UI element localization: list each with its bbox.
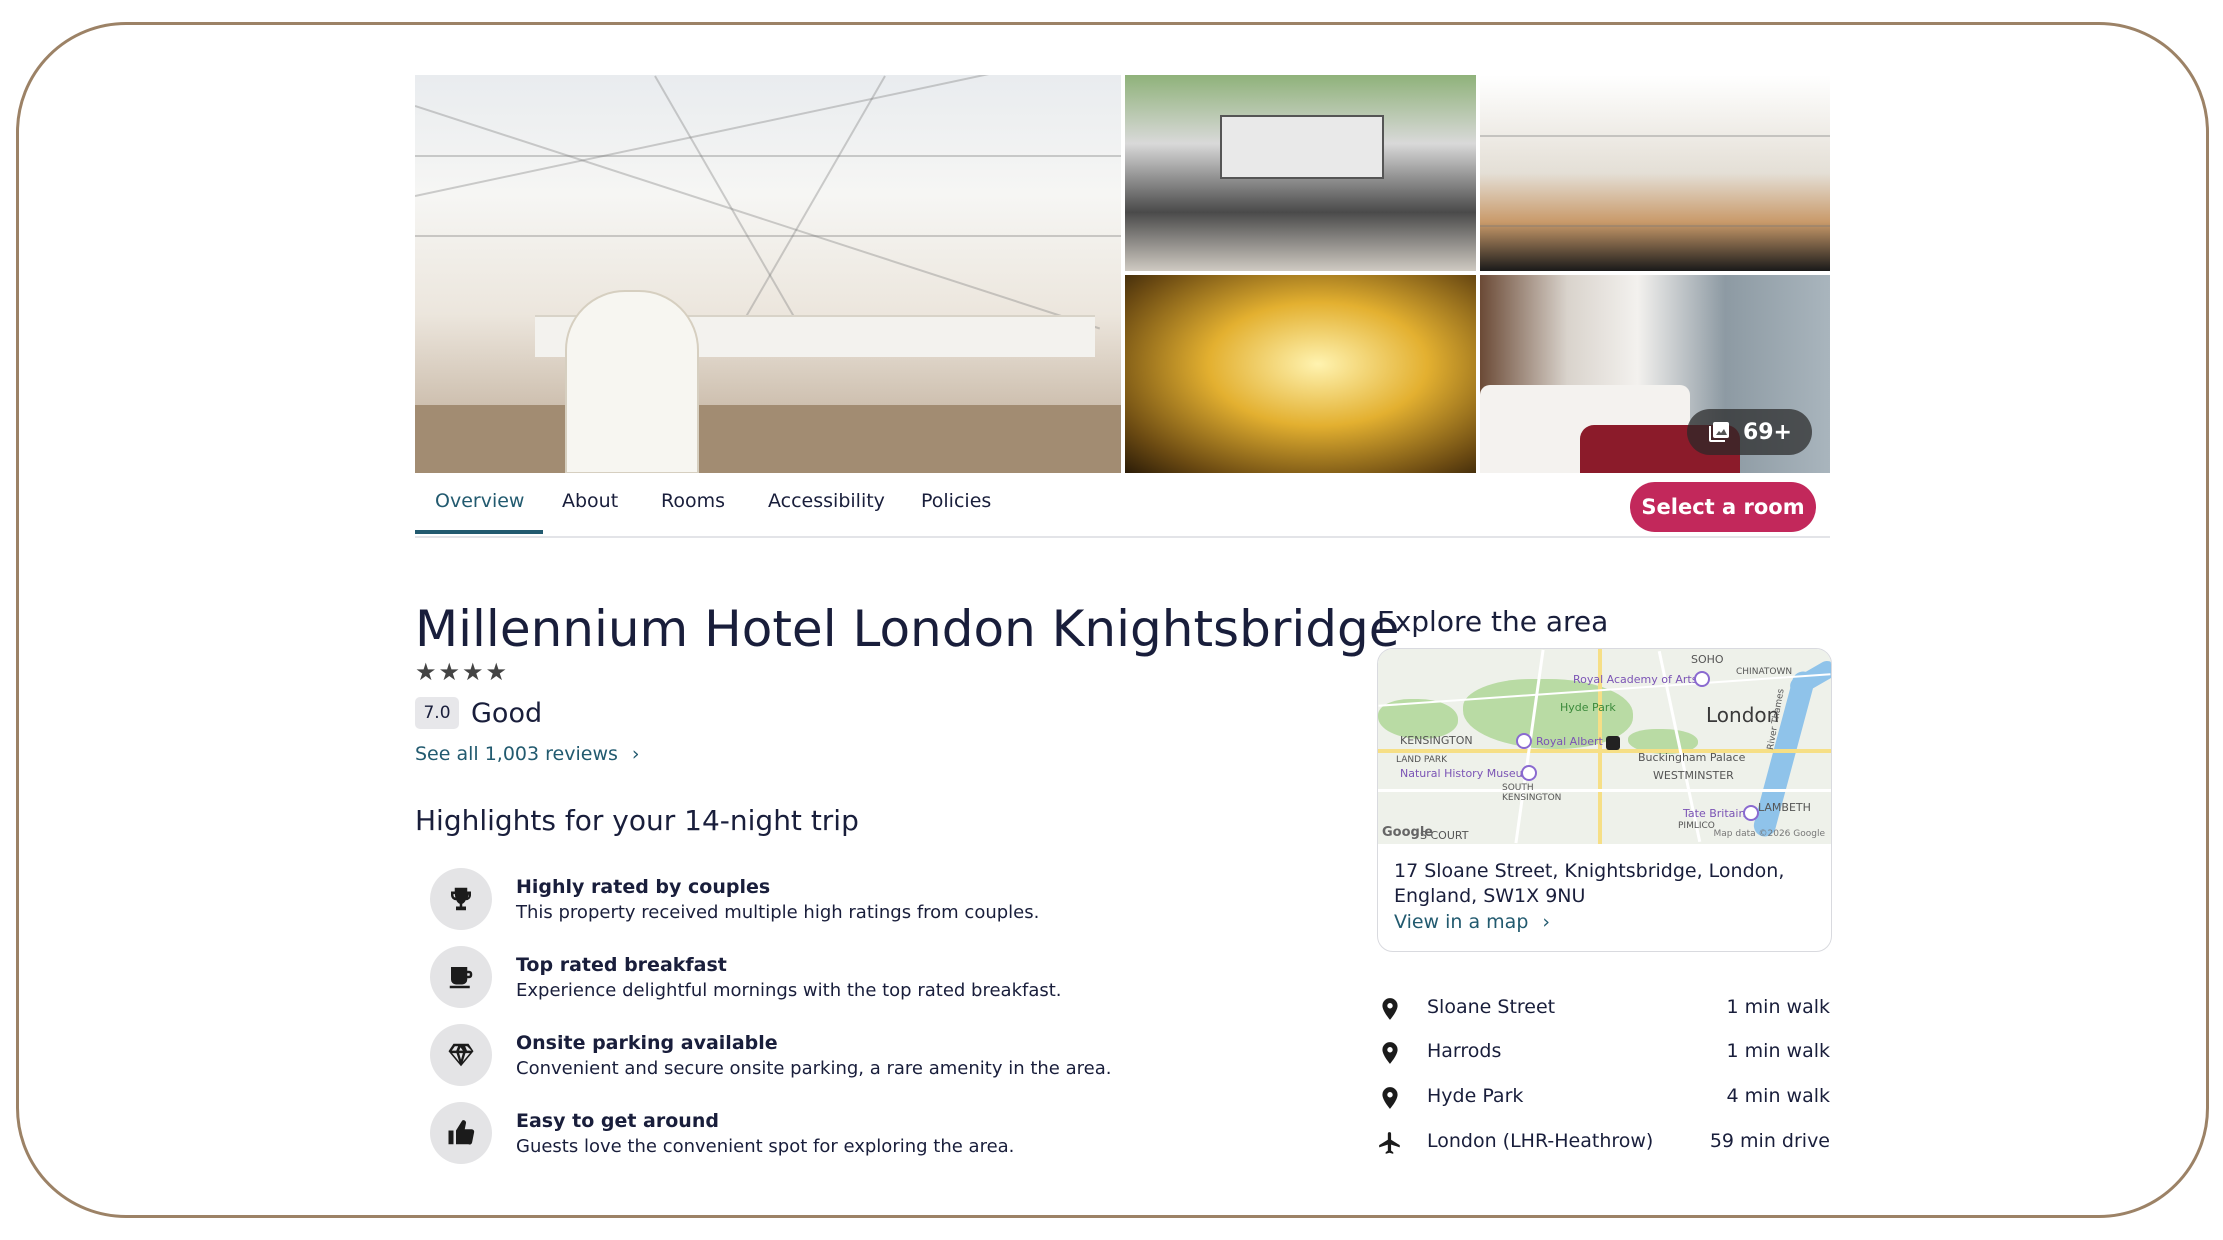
map-label-pimlico: PIMLICO: [1678, 821, 1715, 831]
map-pin-icon: [1382, 1087, 1398, 1109]
photo-gallery[interactable]: 69+: [415, 75, 1830, 473]
nearby-place-row: London (LHR-Heathrow) 59 min drive: [1377, 1128, 1830, 1158]
area-map[interactable]: SOHO CHINATOWN Royal Academy of Arts Hyd…: [1378, 649, 1831, 844]
highlight-description: Convenient and secure onsite parking, a …: [516, 1058, 1112, 1079]
hotel-address: 17 Sloane Street, Knightsbridge, London,…: [1394, 860, 1785, 907]
map-label-land-park: LAND PARK: [1396, 755, 1448, 765]
highlight-description: This property received multiple high rat…: [516, 902, 1040, 923]
map-label-natural-history: Natural History Museum: [1400, 767, 1534, 780]
gallery-photo-atrium[interactable]: [415, 75, 1121, 473]
map-label-buckingham: Buckingham Palace: [1638, 751, 1746, 764]
highlight-title: Top rated breakfast: [516, 954, 727, 976]
nearby-place-name: London (LHR-Heathrow): [1427, 1130, 1654, 1152]
highlight-item: Top rated breakfast Experience delightfu…: [430, 946, 1130, 1010]
nearby-place-distance: 1 min walk: [1726, 1040, 1830, 1062]
nearby-place-name: Hyde Park: [1427, 1085, 1524, 1107]
highlight-title: Easy to get around: [516, 1110, 719, 1132]
photo-count-badge[interactable]: 69+: [1686, 409, 1812, 455]
nearby-place-row: Hyde Park 4 min walk: [1377, 1083, 1830, 1113]
map-pin-icon: [1382, 1042, 1398, 1064]
nearby-place-distance: 1 min walk: [1726, 996, 1830, 1018]
see-all-reviews-link[interactable]: See all 1,003 reviews ›: [415, 743, 640, 765]
map-label-royal-albert: Royal Albert: [1536, 735, 1603, 748]
star-rating: ★★★★: [415, 658, 510, 686]
airplane-icon: [1379, 1132, 1400, 1154]
photo-library-icon: [1708, 422, 1729, 442]
google-logo: Google: [1382, 825, 1434, 840]
map-label-south-kensington: SOUTH KENSINGTON: [1502, 783, 1562, 803]
tab-about[interactable]: About: [562, 490, 618, 512]
highlight-description: Guests love the convenient spot for expl…: [516, 1136, 1015, 1157]
nearby-place-name: Harrods: [1427, 1040, 1502, 1062]
diamond-icon: [430, 1024, 492, 1086]
map-label-soho: SOHO: [1691, 653, 1724, 666]
map-pin-icon: [1382, 998, 1398, 1020]
map-poi-pin: [1516, 733, 1532, 749]
map-card: SOHO CHINATOWN Royal Academy of Arts Hyd…: [1377, 648, 1832, 952]
explore-area-title: Explore the area: [1377, 605, 1609, 638]
gallery-photo-room[interactable]: 69+: [1480, 275, 1830, 473]
reviews-link-label: See all 1,003 reviews: [415, 743, 618, 765]
gallery-photo-entrance[interactable]: [1125, 75, 1476, 271]
photo-count-label: 69+: [1742, 419, 1792, 445]
thumbs-up-icon: [430, 1102, 492, 1164]
trophy-icon: [430, 868, 492, 930]
hotel-name: Millennium Hotel London Knightsbridge: [415, 600, 1400, 658]
map-label-lambeth: LAMBETH: [1758, 801, 1811, 814]
map-poi-pin: [1521, 765, 1537, 781]
coffee-cup-icon: [430, 946, 492, 1008]
active-tab-indicator: [415, 530, 543, 534]
tab-overview[interactable]: Overview: [435, 490, 524, 512]
highlights-title: Highlights for your 14-night trip: [415, 804, 859, 837]
map-label-westminster: WESTMINSTER: [1653, 769, 1734, 782]
gallery-photo-atrium-top[interactable]: [1480, 75, 1830, 271]
tab-accessibility[interactable]: Accessibility: [768, 490, 885, 512]
view-in-map-label: View in a map: [1394, 911, 1529, 933]
nearby-place-name: Sloane Street: [1427, 996, 1556, 1018]
chevron-right-icon: ›: [1542, 911, 1550, 933]
map-label-chinatown: CHINATOWN: [1736, 667, 1793, 677]
map-label-hyde-park: Hyde Park: [1560, 701, 1616, 714]
view-in-map-link[interactable]: View in a map ›: [1394, 911, 1550, 933]
map-label-kensington: KENSINGTON: [1400, 734, 1473, 747]
review-score-badge: 7.0: [415, 697, 459, 729]
select-room-button[interactable]: Select a room: [1630, 482, 1816, 532]
highlight-description: Experience delightful mornings with the …: [516, 980, 1062, 1001]
map-poi-pin: [1743, 805, 1759, 821]
chevron-right-icon: ›: [631, 743, 640, 765]
map-poi-pin: [1694, 671, 1710, 687]
gallery-photo-atrium-night[interactable]: [1125, 275, 1476, 473]
nearby-place-distance: 4 min walk: [1726, 1085, 1830, 1107]
map-label-london: London: [1706, 703, 1780, 727]
map-label-royal-academy: Royal Academy of Arts: [1573, 673, 1698, 686]
hotel-location-marker: [1606, 736, 1620, 750]
highlight-title: Onsite parking available: [516, 1032, 778, 1054]
section-tabs: Overview About Rooms Accessibility Polic…: [415, 480, 1830, 538]
highlight-item: Easy to get around Guests love the conve…: [430, 1102, 1130, 1166]
nearby-place-row: Harrods 1 min walk: [1377, 1038, 1830, 1068]
nearby-place-row: Sloane Street 1 min walk: [1377, 994, 1830, 1024]
tab-policies[interactable]: Policies: [921, 490, 991, 512]
highlight-item: Highly rated by couples This property re…: [430, 868, 1130, 932]
tab-rooms[interactable]: Rooms: [661, 490, 725, 512]
map-label-tate-britain: Tate Britain: [1683, 807, 1746, 820]
map-credit: Map data ©2026 Google: [1713, 829, 1826, 839]
review-score-label: Good: [471, 698, 543, 729]
highlight-title: Highly rated by couples: [516, 876, 771, 898]
highlight-item: Onsite parking available Convenient and …: [430, 1024, 1130, 1088]
nearby-place-distance: 59 min drive: [1709, 1130, 1830, 1152]
